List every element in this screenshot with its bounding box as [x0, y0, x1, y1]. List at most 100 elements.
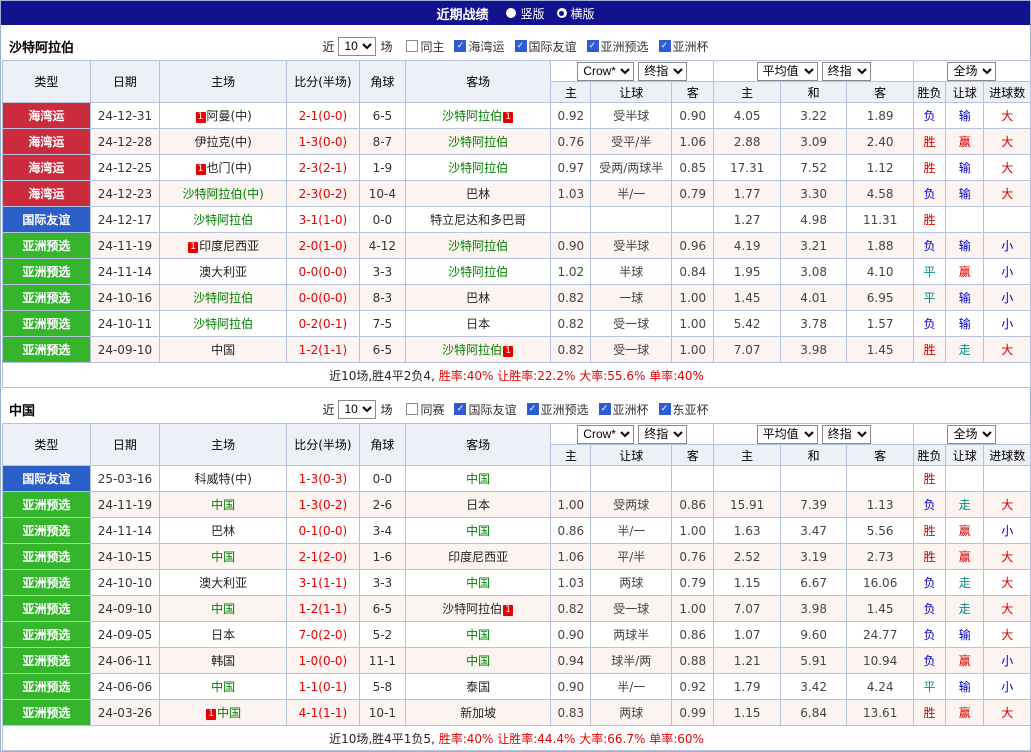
- filter-checkbox[interactable]: ✓亚洲杯: [659, 38, 709, 55]
- avg-draw-cell: 6.67: [780, 570, 847, 596]
- table-row: 国际友谊24-12-17沙特阿拉伯3-1(1-0)0-0特立尼达和多巴哥1.27…: [3, 207, 1031, 233]
- team-name-text: 科威特(中): [195, 472, 252, 486]
- avg-draw-cell: 9.60: [780, 622, 847, 648]
- avg-source-select[interactable]: 平均值: [757, 62, 818, 81]
- checkbox-label: 亚洲杯: [673, 38, 709, 55]
- score-cell: 1-2(1-1): [287, 337, 360, 363]
- result-outcome-cell: 胜: [913, 337, 945, 363]
- result-outcome-cell: 负: [913, 492, 945, 518]
- date-cell: 25-03-16: [90, 466, 160, 492]
- filter-checkbox[interactable]: ✓亚洲预选: [587, 38, 649, 55]
- odds-source-select[interactable]: Crow*: [577, 62, 634, 81]
- filter-checkbox[interactable]: 同赛: [406, 401, 444, 418]
- avg-home-cell: 1.79: [714, 674, 781, 700]
- col-subheader: 胜负: [913, 82, 945, 103]
- away-team-cell: 中国: [406, 466, 551, 492]
- filter-checkbox[interactable]: ✓国际友谊: [454, 401, 516, 418]
- team-name-text: 中国: [466, 524, 490, 538]
- score-cell: 1-0(0-0): [287, 648, 360, 674]
- odds-final-select[interactable]: 终指: [638, 425, 687, 444]
- odds-source-select[interactable]: Crow*: [577, 425, 634, 444]
- away-team-cell: 中国: [406, 570, 551, 596]
- filter-recent-prefix: 近: [322, 401, 334, 418]
- avg-away-cell: 13.61: [847, 700, 914, 726]
- col-subheader: 客: [847, 445, 914, 466]
- odds-away-cell: 0.76: [672, 544, 714, 570]
- avg-away-cell: 1.89: [847, 103, 914, 129]
- avg-home-cell: 1.95: [714, 259, 781, 285]
- match-type-badge: 亚洲预选: [3, 518, 91, 544]
- result-outcome-cell: 负: [913, 181, 945, 207]
- result-goals-cell: 大: [984, 492, 1031, 518]
- team-name-text: 沙特阿拉伯: [442, 602, 502, 616]
- recent-count-select[interactable]: 10: [338, 37, 376, 56]
- filter-checkbox[interactable]: 同主: [406, 38, 444, 55]
- result-handicap-cell: 输: [946, 103, 984, 129]
- odds-home-cell: 0.97: [551, 155, 591, 181]
- result-goals-cell: 大: [984, 155, 1031, 181]
- odds-handicap-cell: 半/一: [591, 674, 672, 700]
- result-outcome-cell: 负: [913, 596, 945, 622]
- filter-checkbox[interactable]: ✓亚洲杯: [599, 401, 649, 418]
- avg-final-select[interactable]: 终指: [822, 425, 871, 444]
- home-team-cell: 1也门(中): [160, 155, 287, 181]
- filter-checkbox[interactable]: ✓亚洲预选: [527, 401, 589, 418]
- score-cell: 4-1(1-1): [287, 700, 360, 726]
- avg-home-cell: 1.07: [714, 622, 781, 648]
- result-handicap-cell: 输: [946, 181, 984, 207]
- odds-home-cell: 0.90: [551, 622, 591, 648]
- team-name-text: 中国: [211, 550, 235, 564]
- team-name-text: 中国: [466, 628, 490, 642]
- col-subheader: 和: [780, 82, 847, 103]
- team-name-text: 也门(中): [207, 161, 252, 175]
- score-cell: 0-1(0-0): [287, 518, 360, 544]
- filter-checkbox[interactable]: ✓东亚杯: [659, 401, 709, 418]
- odds-away-cell: 1.00: [672, 285, 714, 311]
- away-team-cell: 中国: [406, 518, 551, 544]
- match-type-badge: 亚洲预选: [3, 674, 91, 700]
- avg-away-cell: 1.57: [847, 311, 914, 337]
- avg-source-select[interactable]: 平均值: [757, 425, 818, 444]
- table-row: 海湾运24-12-251也门(中)2-3(2-1)1-9沙特阿拉伯0.97受两/…: [3, 155, 1031, 181]
- radio-horizontal-layout[interactable]: 横版: [557, 5, 595, 22]
- filter-checkbox[interactable]: ✓国际友谊: [515, 38, 577, 55]
- avg-final-select[interactable]: 终指: [822, 62, 871, 81]
- rank-badge: 1: [503, 346, 513, 357]
- home-team-cell: 韩国: [160, 648, 287, 674]
- match-type-badge: 海湾运: [3, 181, 91, 207]
- match-type-badge: 亚洲预选: [3, 259, 91, 285]
- col-header: 角球: [359, 424, 405, 466]
- odds-handicap-cell: 半/一: [591, 181, 672, 207]
- col-subheader: 胜负: [913, 445, 945, 466]
- table-row: 亚洲预选24-10-11沙特阿拉伯0-2(0-1)7-5日本0.82受一球1.0…: [3, 311, 1031, 337]
- match-type-badge: 亚洲预选: [3, 570, 91, 596]
- checkbox-label: 亚洲预选: [541, 401, 589, 418]
- odds-final-select[interactable]: 终指: [638, 62, 687, 81]
- avg-home-cell: 1.21: [714, 648, 781, 674]
- fullmatch-scope-select[interactable]: 全场: [947, 425, 996, 444]
- odds-home-cell: 0.82: [551, 311, 591, 337]
- odds-away-cell: 1.00: [672, 518, 714, 544]
- result-outcome-cell: 胜: [913, 544, 945, 570]
- filter-checkbox[interactable]: ✓海湾运: [454, 38, 504, 55]
- header-select-cell: 平均值终指: [714, 424, 914, 445]
- match-type-badge: 亚洲预选: [3, 233, 91, 259]
- radio-vertical-layout[interactable]: 竖版: [506, 5, 544, 22]
- checkbox-label: 东亚杯: [673, 401, 709, 418]
- match-type-badge: 国际友谊: [3, 466, 91, 492]
- team-name-text: 日本: [466, 498, 490, 512]
- result-goals-cell: 大: [984, 129, 1031, 155]
- avg-draw-cell: 3.21: [780, 233, 847, 259]
- match-type-badge: 海湾运: [3, 155, 91, 181]
- home-team-cell: 沙特阿拉伯: [160, 207, 287, 233]
- corners-cell: 6-5: [359, 103, 405, 129]
- avg-draw-cell: 3.98: [780, 596, 847, 622]
- result-goals-cell: 大: [984, 700, 1031, 726]
- fullmatch-scope-select[interactable]: 全场: [947, 62, 996, 81]
- col-header: 类型: [3, 61, 91, 103]
- avg-draw-cell: 3.30: [780, 181, 847, 207]
- date-cell: 24-10-10: [90, 570, 160, 596]
- odds-away-cell: 0.90: [672, 103, 714, 129]
- recent-count-select[interactable]: 10: [338, 400, 376, 419]
- result-handicap-cell: [946, 207, 984, 233]
